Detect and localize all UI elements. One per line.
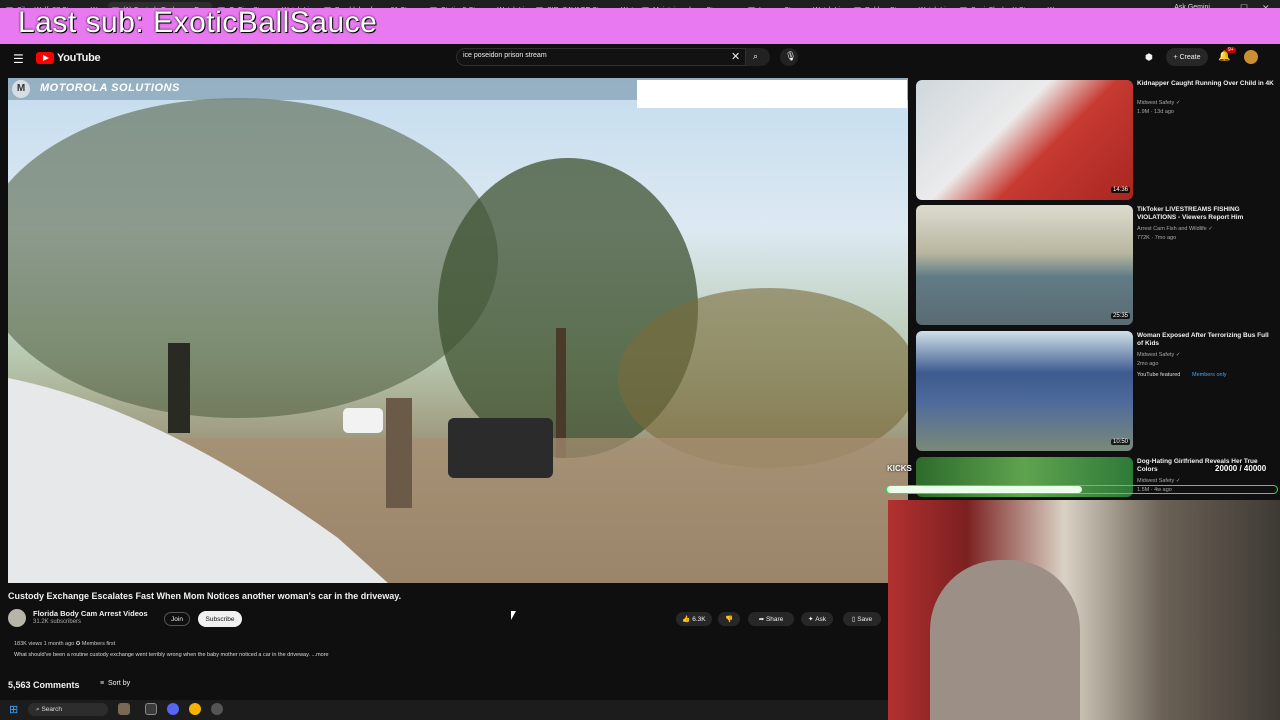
create-button[interactable]: + Create xyxy=(1166,48,1208,66)
subscribe-button[interactable]: Subscribe xyxy=(198,611,242,627)
channel-name[interactable]: Florida Body Cam Arrest Videos xyxy=(33,609,148,618)
user-avatar[interactable] xyxy=(1244,50,1258,64)
share-icon: ➦ xyxy=(758,616,766,623)
recommendation-title[interactable]: TikToker LIVESTREAMS FISHING VIOLATIONS … xyxy=(1137,206,1275,222)
bodycam-watermark-text: MOTOROLA SOLUTIONS xyxy=(40,82,180,94)
join-button[interactable]: Join xyxy=(164,612,190,626)
comments-count: 5,563 Comments xyxy=(8,680,80,690)
windows-taskbar xyxy=(0,700,888,720)
members-only-badge: Members only xyxy=(1192,372,1227,378)
mouse-cursor-icon xyxy=(511,611,516,620)
recommendation-channel[interactable]: Midwest Safety ✓ xyxy=(1137,100,1180,106)
task-view-icon[interactable] xyxy=(145,703,157,715)
taskbar-search-label: Search xyxy=(41,706,63,713)
like-count: 6.3K xyxy=(692,615,706,623)
ask-button[interactable]: ✦ Ask xyxy=(801,612,833,626)
windows-start-icon[interactable]: ⊞ xyxy=(9,703,18,716)
clear-search-icon[interactable]: ✕ xyxy=(731,50,740,63)
streamer-figure xyxy=(930,560,1080,720)
recommendation-channel[interactable]: Midwest Safety ✓ xyxy=(1137,352,1180,358)
recommendation-thumbnail[interactable] xyxy=(916,80,1133,200)
video-player[interactable] xyxy=(8,78,908,583)
recommendation-meta: 772K · 7mo ago xyxy=(1137,235,1177,241)
recommendation-meta: 2mo ago xyxy=(1137,361,1159,367)
youtube-logo-icon[interactable] xyxy=(36,52,54,64)
video-description[interactable]: What should've been a routine custody ex… xyxy=(14,652,329,658)
recommendation-thumbnail[interactable] xyxy=(916,331,1133,451)
recommendation-channel[interactable]: Arrest Cam Fish and Wildlife ✓ xyxy=(1137,226,1213,232)
thumbs-up-icon: 👍 xyxy=(682,616,693,623)
recommendation-thumbnail[interactable] xyxy=(916,205,1133,325)
settings-icon[interactable] xyxy=(211,703,223,715)
redaction-box xyxy=(637,80,907,108)
sort-icon: ≡ xyxy=(100,680,108,687)
video-title: Custody Exchange Escalates Fast When Mom… xyxy=(8,591,402,601)
video-frame xyxy=(8,98,908,583)
dislike-button[interactable]: 👎 xyxy=(718,612,740,626)
like-button[interactable]: 👍 6.3K xyxy=(676,612,712,626)
youtube-wordmark[interactable]: YouTube xyxy=(57,52,101,64)
menu-icon[interactable]: ☰ xyxy=(13,52,24,66)
ask-label: Ask xyxy=(815,615,827,623)
motorola-logo-icon: M xyxy=(12,80,30,98)
cast-icon[interactable]: ⬢ xyxy=(1145,52,1153,63)
video-duration: 14:36 xyxy=(1111,187,1131,193)
channel-avatar[interactable] xyxy=(8,609,26,627)
microphone-icon: 🎙 xyxy=(785,51,797,61)
taskbar-app-icon[interactable] xyxy=(118,703,130,715)
subgoal-progress-text: 20000 / 40000 xyxy=(1215,464,1267,473)
last-sub-overlay: Last sub: ExoticBallSauce xyxy=(18,6,378,39)
subscriber-count: 31.2K subscribers xyxy=(33,619,82,625)
save-label: Save xyxy=(857,615,873,623)
share-button[interactable]: ➦ Share xyxy=(748,612,794,626)
sort-comments-button[interactable]: ≡ Sort by xyxy=(100,680,130,687)
featured-label: YouTube featured xyxy=(1137,372,1181,378)
save-button[interactable]: ▯ Save xyxy=(843,612,881,626)
sort-label: Sort by xyxy=(107,680,131,687)
search-icon: ⌕ xyxy=(753,51,759,61)
recommendation-meta: 1.9M · 13d ago xyxy=(1137,109,1174,115)
recommendation-title[interactable]: Woman Exposed After Terrorizing Bus Full… xyxy=(1137,332,1275,348)
share-label: Share xyxy=(765,615,784,623)
subgoal-progress-fill xyxy=(887,486,1082,493)
recommendation-channel[interactable]: Midwest Safety ✓ xyxy=(1137,478,1180,484)
search-input[interactable]: ice poseidon prison stream xyxy=(463,52,547,59)
sparkle-icon: ✦ xyxy=(807,616,816,623)
recommendation-title[interactable]: Kidnapper Caught Running Over Child in 4… xyxy=(1137,80,1275,88)
taskbar-search[interactable]: ⌕ Search xyxy=(28,703,108,716)
discord-icon[interactable] xyxy=(167,703,179,715)
notification-badge: 9+ xyxy=(1226,47,1236,53)
video-duration: 10:50 xyxy=(1111,439,1131,445)
subgoal-label: KICKS xyxy=(887,464,912,473)
video-duration: 25:35 xyxy=(1111,313,1131,319)
video-meta: 183K views 1 month ago ✪ Members first xyxy=(14,641,116,647)
thumbs-down-icon: 👎 xyxy=(724,616,734,623)
chrome-icon[interactable] xyxy=(189,703,201,715)
